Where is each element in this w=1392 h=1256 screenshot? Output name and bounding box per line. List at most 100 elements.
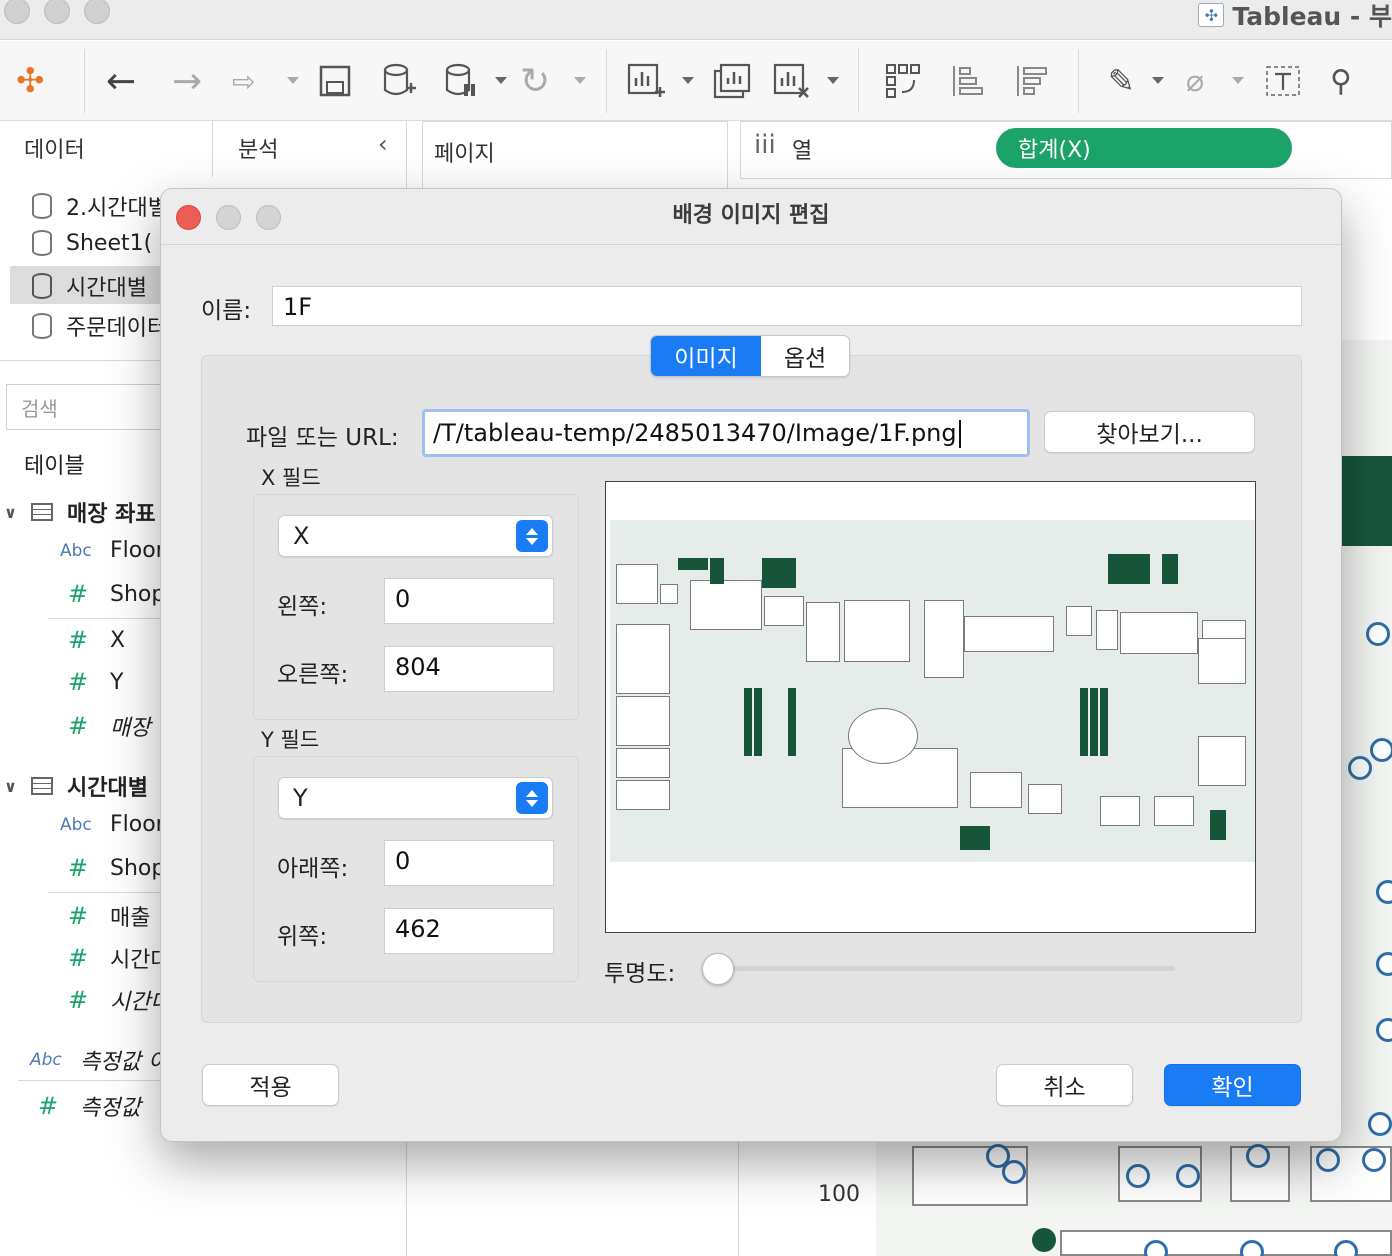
x-field-select[interactable]: X xyxy=(278,515,553,557)
map-mark[interactable] xyxy=(1370,738,1392,762)
x-field-selected-value: X xyxy=(293,522,310,550)
datasource-item-selected[interactable]: 시간대별 xyxy=(32,270,147,302)
top-input[interactable]: 462 xyxy=(384,908,554,954)
new-worksheet-icon[interactable] xyxy=(626,61,666,101)
pause-dropdown-icon[interactable] xyxy=(495,77,507,84)
dialog-zoom-button[interactable] xyxy=(256,205,281,230)
new-datasource-icon[interactable] xyxy=(382,61,416,101)
tables-heading: 테이블 xyxy=(24,454,85,479)
transparency-slider-handle[interactable] xyxy=(702,953,734,985)
datasource-item[interactable]: Sheet1( xyxy=(32,230,152,256)
group-dropdown-icon[interactable] xyxy=(1232,77,1244,84)
database-icon xyxy=(32,230,52,256)
window-close-button[interactable] xyxy=(4,0,30,24)
table-name: 시간대별 xyxy=(67,776,148,801)
highlight-dropdown-icon[interactable] xyxy=(1152,77,1164,84)
left-input[interactable]: 0 xyxy=(384,578,554,624)
tableau-logo-icon: ✣ xyxy=(1198,3,1225,27)
chevron-down-icon[interactable]: ∨ xyxy=(4,503,17,522)
tableau-home-icon[interactable]: ✣ xyxy=(16,61,45,101)
apply-button[interactable]: 적용 xyxy=(202,1064,339,1106)
chevron-down-icon[interactable]: ∨ xyxy=(4,777,17,796)
field-item[interactable]: # 매출 xyxy=(60,900,151,932)
map-mark[interactable] xyxy=(1126,1164,1150,1188)
map-mark[interactable] xyxy=(1246,1144,1270,1168)
data-pane-tab[interactable]: 데이터 xyxy=(24,132,85,164)
browse-button[interactable]: 찾아보기... xyxy=(1044,411,1255,453)
map-mark[interactable] xyxy=(1176,1164,1200,1188)
sort-ascending-icon[interactable] xyxy=(948,61,986,101)
toolbar-divider xyxy=(858,49,859,113)
replay-dropdown-icon[interactable] xyxy=(287,77,299,84)
highlight-icon[interactable]: ✎ xyxy=(1108,61,1135,101)
toolbar-divider xyxy=(606,49,607,113)
duplicate-sheet-icon[interactable] xyxy=(712,61,752,101)
y-field-select[interactable]: Y xyxy=(278,777,553,819)
tab-image[interactable]: 이미지 xyxy=(651,336,761,376)
datasource-label: 2.시간대별 xyxy=(66,196,168,221)
database-icon xyxy=(32,193,52,219)
window-zoom-button[interactable] xyxy=(84,0,110,24)
ok-button[interactable]: 확인 xyxy=(1164,1064,1301,1106)
file-url-input[interactable]: /T/tableau-temp/2485013470/Image/1F.png xyxy=(422,409,1030,457)
tab-options[interactable]: 옵션 xyxy=(761,336,849,376)
map-mark[interactable] xyxy=(1348,756,1372,780)
table-header[interactable]: ∨ 매장 좌표 xyxy=(4,496,156,528)
refresh-icon[interactable]: ↻ xyxy=(520,61,550,102)
field-item[interactable]: Abc Floor xyxy=(60,812,165,837)
group-members-icon[interactable]: ⌀ xyxy=(1186,61,1204,101)
dialog-close-button[interactable] xyxy=(176,205,201,230)
field-item[interactable]: Abc Floor xyxy=(60,538,165,563)
dialog-minimize-button[interactable] xyxy=(216,205,241,230)
field-item[interactable]: # Shop xyxy=(60,580,165,608)
map-mark[interactable] xyxy=(1368,1112,1392,1136)
field-item[interactable]: # 시간대 xyxy=(60,984,171,1016)
datasource-item[interactable]: 주문데이터 xyxy=(32,310,167,342)
map-mark[interactable] xyxy=(1366,622,1390,646)
table-header[interactable]: ∨ 시간대별 xyxy=(4,770,148,802)
columns-pill-sum-x[interactable]: 합계(X) xyxy=(996,128,1292,168)
name-input[interactable]: 1F xyxy=(272,286,1302,326)
show-labels-icon[interactable] xyxy=(1264,61,1302,101)
image-preview xyxy=(605,481,1256,933)
new-worksheet-dropdown-icon[interactable] xyxy=(682,77,694,84)
field-name: 매출 xyxy=(110,906,151,931)
field-search-input[interactable]: 검색 xyxy=(6,384,176,430)
app-title: ✣ Tableau - 부 xyxy=(1198,0,1392,31)
replay-icon[interactable]: ⇨ xyxy=(232,61,255,101)
number-type-icon: # xyxy=(67,902,89,930)
cancel-button[interactable]: 취소 xyxy=(996,1064,1133,1106)
analysis-pane-tab[interactable]: 분석 xyxy=(238,132,278,164)
field-item[interactable]: # 매장 xyxy=(60,710,151,742)
fix-axes-pin-icon[interactable]: ⚲ xyxy=(1330,61,1352,101)
undo-icon[interactable]: ← xyxy=(106,61,136,102)
right-input[interactable]: 804 xyxy=(384,646,554,692)
string-type-icon: Abc xyxy=(30,1050,62,1070)
collapse-pane-chevron-icon[interactable]: ‹ xyxy=(378,130,388,158)
map-mark[interactable] xyxy=(1002,1160,1026,1184)
columns-shelf-icon: iii xyxy=(754,130,776,160)
bottom-input[interactable]: 0 xyxy=(384,840,554,886)
window-minimize-button[interactable] xyxy=(44,0,70,24)
redo-icon[interactable]: → xyxy=(172,61,202,102)
sort-descending-icon[interactable] xyxy=(1012,61,1050,101)
left-label: 왼쪽: xyxy=(277,594,328,620)
refresh-dropdown-icon[interactable] xyxy=(574,77,586,84)
pause-updates-icon[interactable] xyxy=(444,61,478,101)
clear-sheet-icon[interactable] xyxy=(772,61,812,101)
clear-dropdown-icon[interactable] xyxy=(827,77,839,84)
field-item[interactable]: # Y xyxy=(60,668,124,696)
field-item[interactable]: # Shop xyxy=(60,854,165,882)
swap-rows-columns-icon[interactable] xyxy=(884,61,922,101)
datasource-item[interactable]: 2.시간대별 xyxy=(32,190,168,222)
field-item[interactable]: # 시간대 xyxy=(60,942,171,974)
transparency-slider-track[interactable] xyxy=(717,966,1175,971)
field-item[interactable]: # X xyxy=(60,626,125,654)
save-icon[interactable] xyxy=(318,61,352,101)
table-icon xyxy=(31,777,53,795)
map-mark[interactable] xyxy=(1362,1148,1386,1172)
measure-values-field[interactable]: # 측정값 xyxy=(30,1090,141,1122)
y-field-label: Y 필드 xyxy=(261,728,320,752)
map-mark[interactable] xyxy=(1316,1148,1340,1172)
file-url-label: 파일 또는 URL: xyxy=(246,425,399,451)
